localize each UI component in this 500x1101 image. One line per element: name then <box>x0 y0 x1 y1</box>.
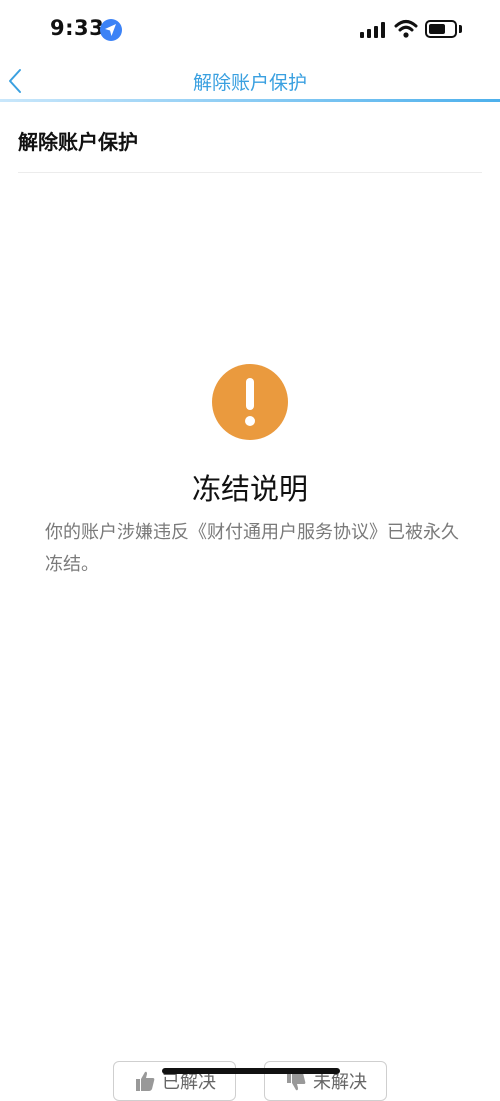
home-indicator[interactable] <box>162 1068 340 1074</box>
cellular-signal-icon <box>360 22 386 38</box>
page-title: 解除账户保护 <box>192 72 307 94</box>
status-time: 9:33 <box>50 16 105 40</box>
thumbs-up-icon <box>136 1071 155 1091</box>
exclamation-icon <box>212 364 288 440</box>
location-arrow-icon <box>100 19 122 41</box>
wifi-icon <box>394 19 418 39</box>
battery-cap <box>459 25 462 33</box>
section-heading: 解除账户保护 <box>18 130 138 154</box>
notice-body: 你的账户涉嫌违反《财付通用户服务协议》已被永久冻结。 <box>45 522 459 575</box>
notice-title: 冻结说明 <box>191 472 308 506</box>
nav-accent-line <box>0 99 500 102</box>
unresolved-button[interactable]: 未解决 <box>264 1061 387 1101</box>
resolved-button[interactable]: 已解决 <box>113 1061 236 1101</box>
status-bar: 9:33 <box>0 0 500 56</box>
navigation-bar: 解除账户保护 <box>0 56 500 102</box>
divider <box>18 172 482 173</box>
battery-icon <box>425 20 457 38</box>
